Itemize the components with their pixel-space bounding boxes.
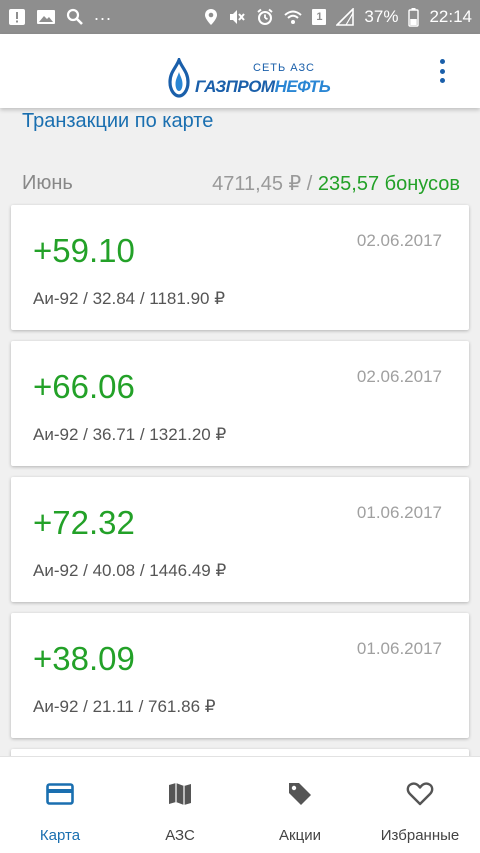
battery-icon xyxy=(408,7,420,27)
transaction-card[interactable]: +59.10 02.06.2017 Аи-92 / 32.84 / 1181.9… xyxy=(11,205,469,330)
wifi-icon xyxy=(284,8,303,26)
nav-label-promotions: Акции xyxy=(279,827,321,844)
summary-month: Июнь xyxy=(22,171,73,194)
nav-label-card: Карта xyxy=(39,827,81,844)
nav-label-favorites: Избранные xyxy=(380,827,460,844)
status-bar-left: ... xyxy=(8,4,112,26)
map-icon xyxy=(165,779,195,809)
signal-icon xyxy=(336,8,355,26)
nav-item-promotions[interactable]: Акции xyxy=(240,757,360,853)
card-icon xyxy=(45,779,75,809)
summary-bonus: 235,57 бонусов xyxy=(317,172,460,195)
transactions-content[interactable]: Транзакции по карте Июнь 4711,45 ₽ / 235… xyxy=(0,108,480,756)
tag-icon xyxy=(285,779,315,809)
transaction-date: 01.06.2017 xyxy=(356,639,442,658)
transaction-card[interactable]: +38.09 01.06.2017 Аи-92 / 21.11 / 761.86… xyxy=(11,613,469,738)
more-vertical-icon-dot xyxy=(439,68,445,74)
transaction-details: Аи-92 / 36.71 / 1321.20 ₽ xyxy=(33,425,227,444)
logo-word-part2: НЕФТЬ xyxy=(274,77,331,96)
alarm-icon xyxy=(256,8,274,26)
nav-item-stations[interactable]: АЗС xyxy=(120,757,240,853)
transaction-details: Аи-92 / 32.84 / 1181.90 ₽ xyxy=(33,289,226,308)
summary-total: 4711,45 ₽ / xyxy=(212,172,318,195)
summary-values: 4711,45 ₽ / 235,57 бонусов xyxy=(212,171,460,196)
transaction-bonus-amount: +38.09 xyxy=(33,640,135,677)
heart-icon xyxy=(405,779,435,809)
clock: 22:14 xyxy=(429,7,472,26)
transaction-card[interactable]: +72.32 01.06.2017 Аи-92 / 40.08 / 1446.4… xyxy=(11,477,469,602)
status-bar-right: 1 37% 22:14 xyxy=(204,7,472,27)
search-icon xyxy=(66,8,84,26)
battery-percent: 37% xyxy=(364,7,399,26)
flame-logo-icon xyxy=(165,55,191,98)
mute-icon xyxy=(228,8,246,26)
sim-icon: 1 xyxy=(312,9,327,25)
bottom-navigation: Карта АЗС Акции Избранные xyxy=(0,756,480,853)
more-notifications-icon: ... xyxy=(94,3,113,24)
transaction-card[interactable]: +66.06 02.06.2017 Аи-92 / 36.71 / 1321.2… xyxy=(11,341,469,466)
transaction-date: 01.06.2017 xyxy=(356,503,442,522)
nav-item-card[interactable]: Карта xyxy=(0,757,120,853)
transaction-bonus-amount: +72.32 xyxy=(33,504,135,541)
gazpromneft-logo: СЕТЬ АЗС ГАЗПРОМНЕФТЬ xyxy=(165,48,331,98)
image-icon xyxy=(36,8,56,26)
alert-icon xyxy=(8,8,26,26)
transaction-bonus-amount: +66.06 xyxy=(33,368,135,405)
app-bar: СЕТЬ АЗС ГАЗПРОМНЕФТЬ xyxy=(0,34,480,108)
transaction-details: Аи-92 / 40.08 / 1446.49 ₽ xyxy=(33,561,227,580)
month-summary: Июнь 4711,45 ₽ / 235,57 бонусов xyxy=(22,170,460,196)
transaction-details: Аи-92 / 21.11 / 761.86 ₽ xyxy=(33,697,216,716)
status-bar: ... 1 37% 22:14 xyxy=(0,0,480,34)
overflow-menu-button[interactable] xyxy=(432,56,452,86)
logo-word-part1: ГАЗПРОМ xyxy=(195,77,275,96)
transaction-bonus-amount: +59.10 xyxy=(33,232,135,269)
section-title: Транзакции по карте xyxy=(22,110,214,132)
nav-label-stations: АЗС xyxy=(165,827,195,844)
more-vertical-icon-dot xyxy=(439,59,445,64)
nav-item-favorites[interactable]: Избранные xyxy=(360,757,480,853)
logo-subtitle: СЕТЬ АЗС xyxy=(253,62,315,74)
transaction-card-partial[interactable] xyxy=(11,749,469,756)
logo-wordmark: ГАЗПРОМНЕФТЬ xyxy=(195,77,331,97)
location-icon xyxy=(204,8,218,26)
transaction-date: 02.06.2017 xyxy=(356,367,442,386)
more-vertical-icon-dot xyxy=(439,78,445,83)
transaction-date: 02.06.2017 xyxy=(356,231,442,250)
